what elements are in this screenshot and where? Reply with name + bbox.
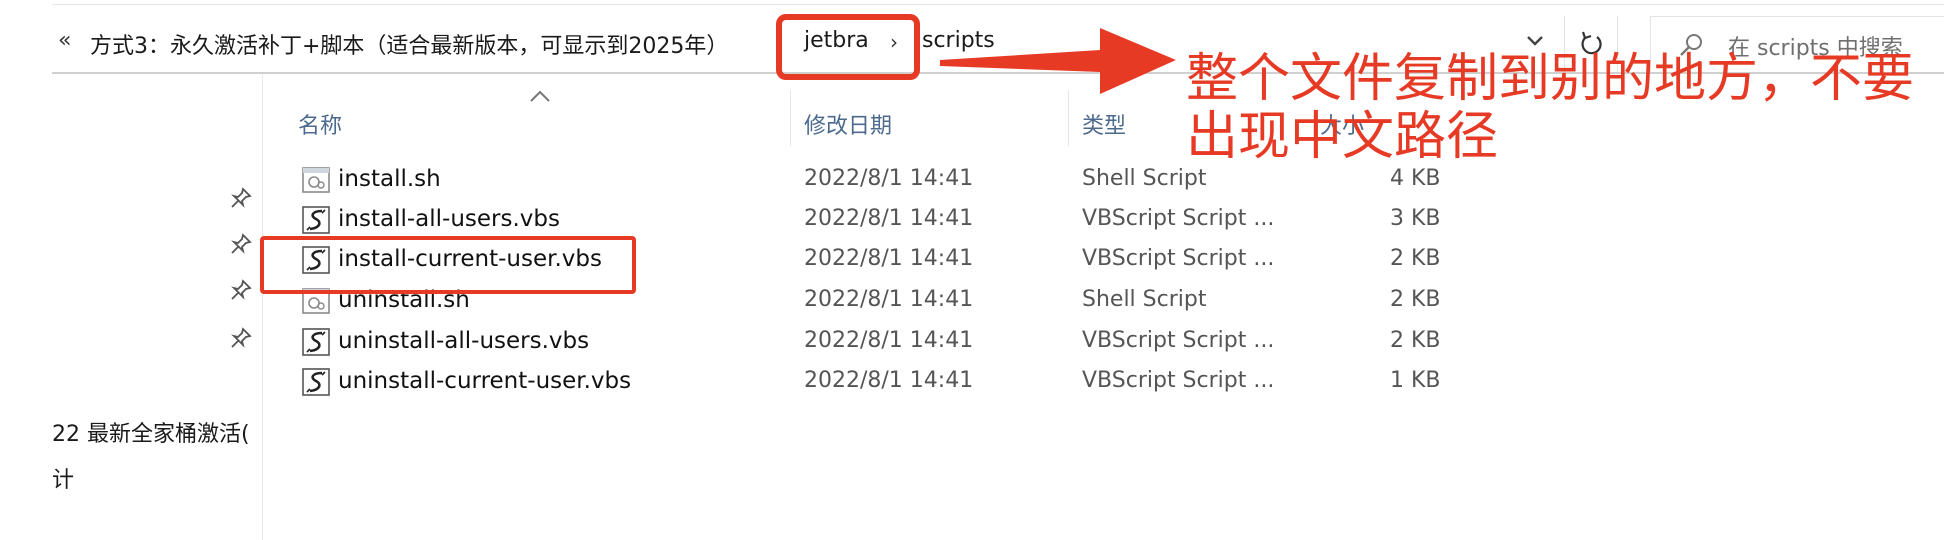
file-date: 2022/8/1 14:41 xyxy=(804,246,974,271)
file-size: 2 KB xyxy=(1390,287,1441,312)
pin-icon[interactable] xyxy=(229,278,253,302)
file-size: 1 KB xyxy=(1390,368,1441,393)
pin-icon[interactable] xyxy=(229,326,253,350)
file-date: 2022/8/1 14:41 xyxy=(804,368,974,393)
nav-pane-divider[interactable] xyxy=(262,74,263,540)
file-type: VBScript Script ... xyxy=(1082,246,1275,271)
file-date: 2022/8/1 14:41 xyxy=(804,287,974,312)
column-header-date[interactable]: 修改日期 xyxy=(804,108,892,140)
annotation-note-line: 整个文件复制到别的地方，不要 xyxy=(1186,49,1915,109)
shell-script-icon xyxy=(302,167,330,193)
file-name: install-all-users.vbs xyxy=(338,206,560,232)
file-size: 2 KB xyxy=(1390,246,1441,271)
sort-ascending-icon xyxy=(530,90,550,102)
annotation-note: 整个文件复制到别的地方，不要 出现中文路径 xyxy=(1186,50,1944,166)
column-separator[interactable] xyxy=(790,90,791,146)
vbscript-icon xyxy=(302,328,330,356)
annotation-note-line: 出现中文路径 xyxy=(1186,107,1499,167)
file-date: 2022/8/1 14:41 xyxy=(804,166,974,191)
nav-item[interactable]: 计 xyxy=(52,462,74,494)
nav-item[interactable]: 22 最新全家桶激活( xyxy=(52,416,250,448)
pin-icon[interactable] xyxy=(229,186,253,210)
file-row[interactable]: install-all-users.vbs 2022/8/1 14:41 VBS… xyxy=(296,200,1944,240)
file-type: VBScript Script ... xyxy=(1082,328,1275,353)
file-row[interactable]: install.sh 2022/8/1 14:41 Shell Script 4… xyxy=(296,160,1944,200)
breadcrumb-overflow-button[interactable]: « xyxy=(58,28,71,53)
file-type: Shell Script xyxy=(1082,166,1207,191)
file-row[interactable]: uninstall-all-users.vbs 2022/8/1 14:41 V… xyxy=(296,322,1944,362)
column-separator[interactable] xyxy=(1068,90,1069,146)
file-date: 2022/8/1 14:41 xyxy=(804,328,974,353)
file-type: VBScript Script ... xyxy=(1082,368,1275,393)
breadcrumb-item-parent[interactable]: 方式3：永久激活补丁+脚本（适合最新版本，可显示到2025年） xyxy=(90,28,728,60)
file-size: 3 KB xyxy=(1390,206,1441,231)
annotation-arrow-icon xyxy=(940,28,1176,94)
file-date: 2022/8/1 14:41 xyxy=(804,206,974,231)
file-name: uninstall-all-users.vbs xyxy=(338,328,590,354)
column-header-name[interactable]: 名称 xyxy=(298,108,342,140)
file-size: 4 KB xyxy=(1390,166,1441,191)
file-type: Shell Script xyxy=(1082,287,1207,312)
file-size: 2 KB xyxy=(1390,328,1441,353)
top-divider xyxy=(52,4,1944,5)
annotation-highlight-jetbra xyxy=(776,14,920,80)
vbscript-icon xyxy=(302,206,330,234)
column-header-type[interactable]: 类型 xyxy=(1082,108,1126,140)
file-name: uninstall-current-user.vbs xyxy=(338,368,632,394)
annotation-highlight-file xyxy=(260,236,636,294)
pin-icon[interactable] xyxy=(229,232,253,256)
file-row[interactable]: uninstall-current-user.vbs 2022/8/1 14:4… xyxy=(296,362,1944,402)
vbscript-icon xyxy=(302,368,330,396)
file-type: VBScript Script ... xyxy=(1082,206,1275,231)
file-name: install.sh xyxy=(338,166,441,192)
